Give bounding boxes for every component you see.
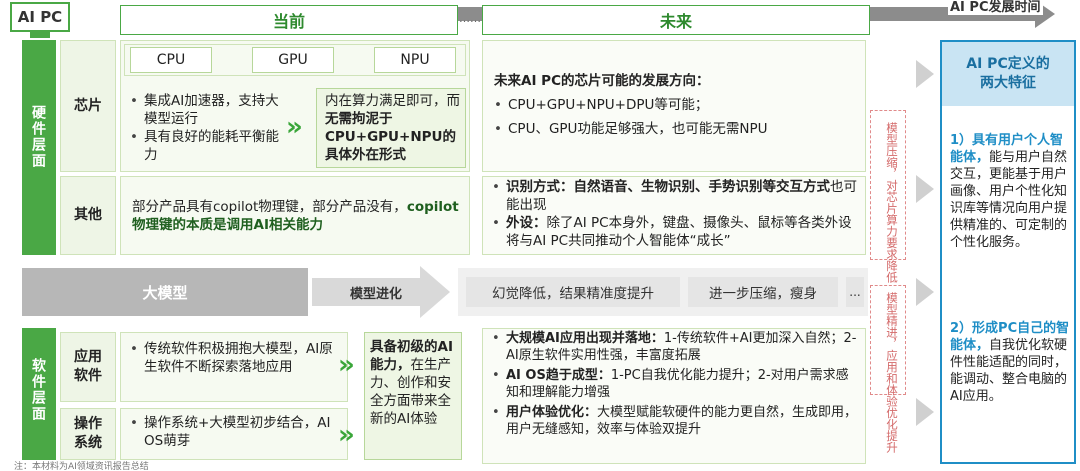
- model-evolve-arrow-head: [420, 266, 450, 318]
- current-label: 当前: [272, 12, 305, 31]
- future-header: 未来: [482, 5, 870, 35]
- future-other-b2-bold: 外设：: [506, 215, 547, 231]
- current-header: 当前: [120, 5, 458, 35]
- timeline-label: AI PC发展时间: [948, 0, 1043, 15]
- chip-label: 芯片: [60, 40, 116, 172]
- chip-cpu: CPU: [130, 47, 212, 73]
- other-label: 其他: [60, 176, 116, 255]
- future-other-bullet-1: 识别方式：自然语音、生物识别、手势识别等交互方式也可能出现: [492, 178, 858, 214]
- app-chevron-icon: »: [338, 350, 355, 380]
- logo-box: AI PC: [10, 2, 70, 32]
- chip-gpu: GPU: [252, 47, 334, 73]
- app-label: 应用软件: [60, 332, 116, 402]
- arrow-right-icon-2: [916, 175, 934, 203]
- dots: ……: [459, 12, 481, 25]
- chip-bullet-2: 具有良好的能耗平衡能力: [130, 128, 280, 164]
- chip-bullet-1: 集成AI加速器，支持大模型运行: [130, 92, 280, 128]
- future-chip-bullet-2: CPU、GPU功能足够强大，也可能无需NPU: [494, 120, 854, 138]
- software-future-2-bold: AI OS趋于成型：: [506, 368, 611, 383]
- software-future-item-2: AI OS趋于成型：1-PC自我优化能力提升；2-对用户需求感知和理解能力增强: [492, 367, 858, 401]
- definition-feature-2: 2）形成PC自己的智能体，自我优化软硬件性能适配的同时，能调动、整合电脑的AI应…: [950, 320, 1070, 405]
- software-future-item-1: 大规模AI应用出现并落地：1-传统软件+AI更加深入自然；2-AI原生软件实用性…: [492, 330, 858, 364]
- definition-title: AI PC定义的两大特征: [966, 56, 1050, 91]
- software-conclusion: 具备初级的AI能力，在生产力、创作和安全方面带来全新的AI体验: [370, 338, 458, 428]
- arrow-right-icon-4: [916, 398, 934, 426]
- future-other-b2-rest: 除了AI PC本身外，键盘、摄像头、鼠标等各类外设将与AI PC共同推动个人智能…: [506, 215, 852, 249]
- software-side-label: 软件层面: [30, 358, 46, 422]
- side-note-lower: 模型精进，应用和体验优化提升: [885, 292, 899, 453]
- software-future-item-3: 用户体验优化：大模型赋能软硬件的能力更自然，生成即用，用户无缝感知，效率与体验双…: [492, 404, 858, 438]
- future-other-bullet-2: 外设：除了AI PC本身外，键盘、摄像头、鼠标等各类外设将与AI PC共同推动个…: [492, 214, 858, 250]
- logo-stand: [30, 32, 50, 38]
- chip-chevron-icon: »: [286, 112, 303, 142]
- other-text-pre: 部分产品具有copilot物理键，部分产品没有，: [132, 199, 407, 215]
- future-chip-title: 未来AI PC的芯片可能的发展方向：: [494, 73, 710, 89]
- os-bullet: 操作系统+大模型初步结合，AI OS萌芽: [130, 414, 342, 450]
- model-item-3: ...: [846, 277, 864, 307]
- model-evolve-label: 模型进化: [350, 287, 403, 302]
- future-chip-bullet-1: CPU+GPU+NPU+DPU等可能；: [494, 96, 854, 114]
- software-future-1-bold: 大规模AI应用出现并落地：: [506, 331, 664, 346]
- logo-text: AI PC: [17, 8, 63, 26]
- os-label: 操作系统: [60, 408, 116, 460]
- chip-bullets: 集成AI加速器，支持大模型运行 具有良好的能耗平衡能力: [130, 92, 280, 164]
- definition-title-box: AI PC定义的两大特征: [942, 42, 1074, 106]
- chip-conclusion-bold: 无需拘泥于CPU+GPU+NPU的具体外在形式: [325, 111, 456, 163]
- hardware-side-label: 硬件层面: [30, 105, 46, 169]
- chip-npu: NPU: [374, 47, 456, 73]
- software-future-3-bold: 用户体验优化：: [506, 405, 598, 420]
- future-label: 未来: [659, 12, 692, 31]
- definition-f1-body: 能与用户自然交互，更能基于用户画像、用户个性化知识库等情况向用户提供精准的、可定…: [950, 150, 1068, 250]
- arrow-right-icon-1: [916, 60, 934, 88]
- side-note-upper: 模型压缩，对芯片算力要求降低: [885, 122, 899, 283]
- future-chip-bullets: CPU+GPU+NPU+DPU等可能； CPU、GPU功能足够强大，也可能无需N…: [494, 96, 854, 138]
- definition-feature-1: 1）具有用户个人智能体，能与用户自然交互，更能基于用户画像、用户个性化知识库等情…: [950, 132, 1070, 251]
- os-chevron-icon: »: [338, 420, 355, 450]
- chip-conclusion: 内在算力满足即可，而无需拘泥于CPU+GPU+NPU的具体外在形式: [325, 92, 463, 164]
- model-bar: 大模型: [22, 268, 308, 316]
- model-item-2: 进一步压缩，瘦身: [688, 277, 838, 307]
- future-other: 识别方式：自然语音、生物识别、手势识别等交互方式也可能出现 外设：除了AI PC…: [492, 178, 858, 250]
- arrow-right-icon-3: [916, 278, 934, 306]
- model-item-1: 幻觉降低，结果精准度提升: [466, 277, 680, 307]
- app-bullet-text: 传统软件积极拥抱大模型，AI原生软件不断探索落地应用: [130, 340, 342, 376]
- chip-conclusion-pre: 内在算力满足即可，而: [325, 93, 460, 109]
- future-other-b1-bold: 识别方式：自然语音、生物识别、手势识别等交互方式: [506, 179, 830, 195]
- app-bullet: 传统软件积极拥抱大模型，AI原生软件不断探索落地应用: [130, 340, 342, 376]
- other-text: 部分产品具有copilot物理键，部分产品没有，copilot物理键的本质是调用…: [132, 198, 462, 234]
- os-bullet-text: 操作系统+大模型初步结合，AI OS萌芽: [130, 414, 342, 450]
- model-label: 大模型: [142, 283, 188, 302]
- footer-note: 注：本材料为AI领域资讯报告总结: [14, 462, 149, 471]
- software-future-list: 大规模AI应用出现并落地：1-传统软件+AI更加深入自然；2-AI原生软件实用性…: [492, 330, 858, 438]
